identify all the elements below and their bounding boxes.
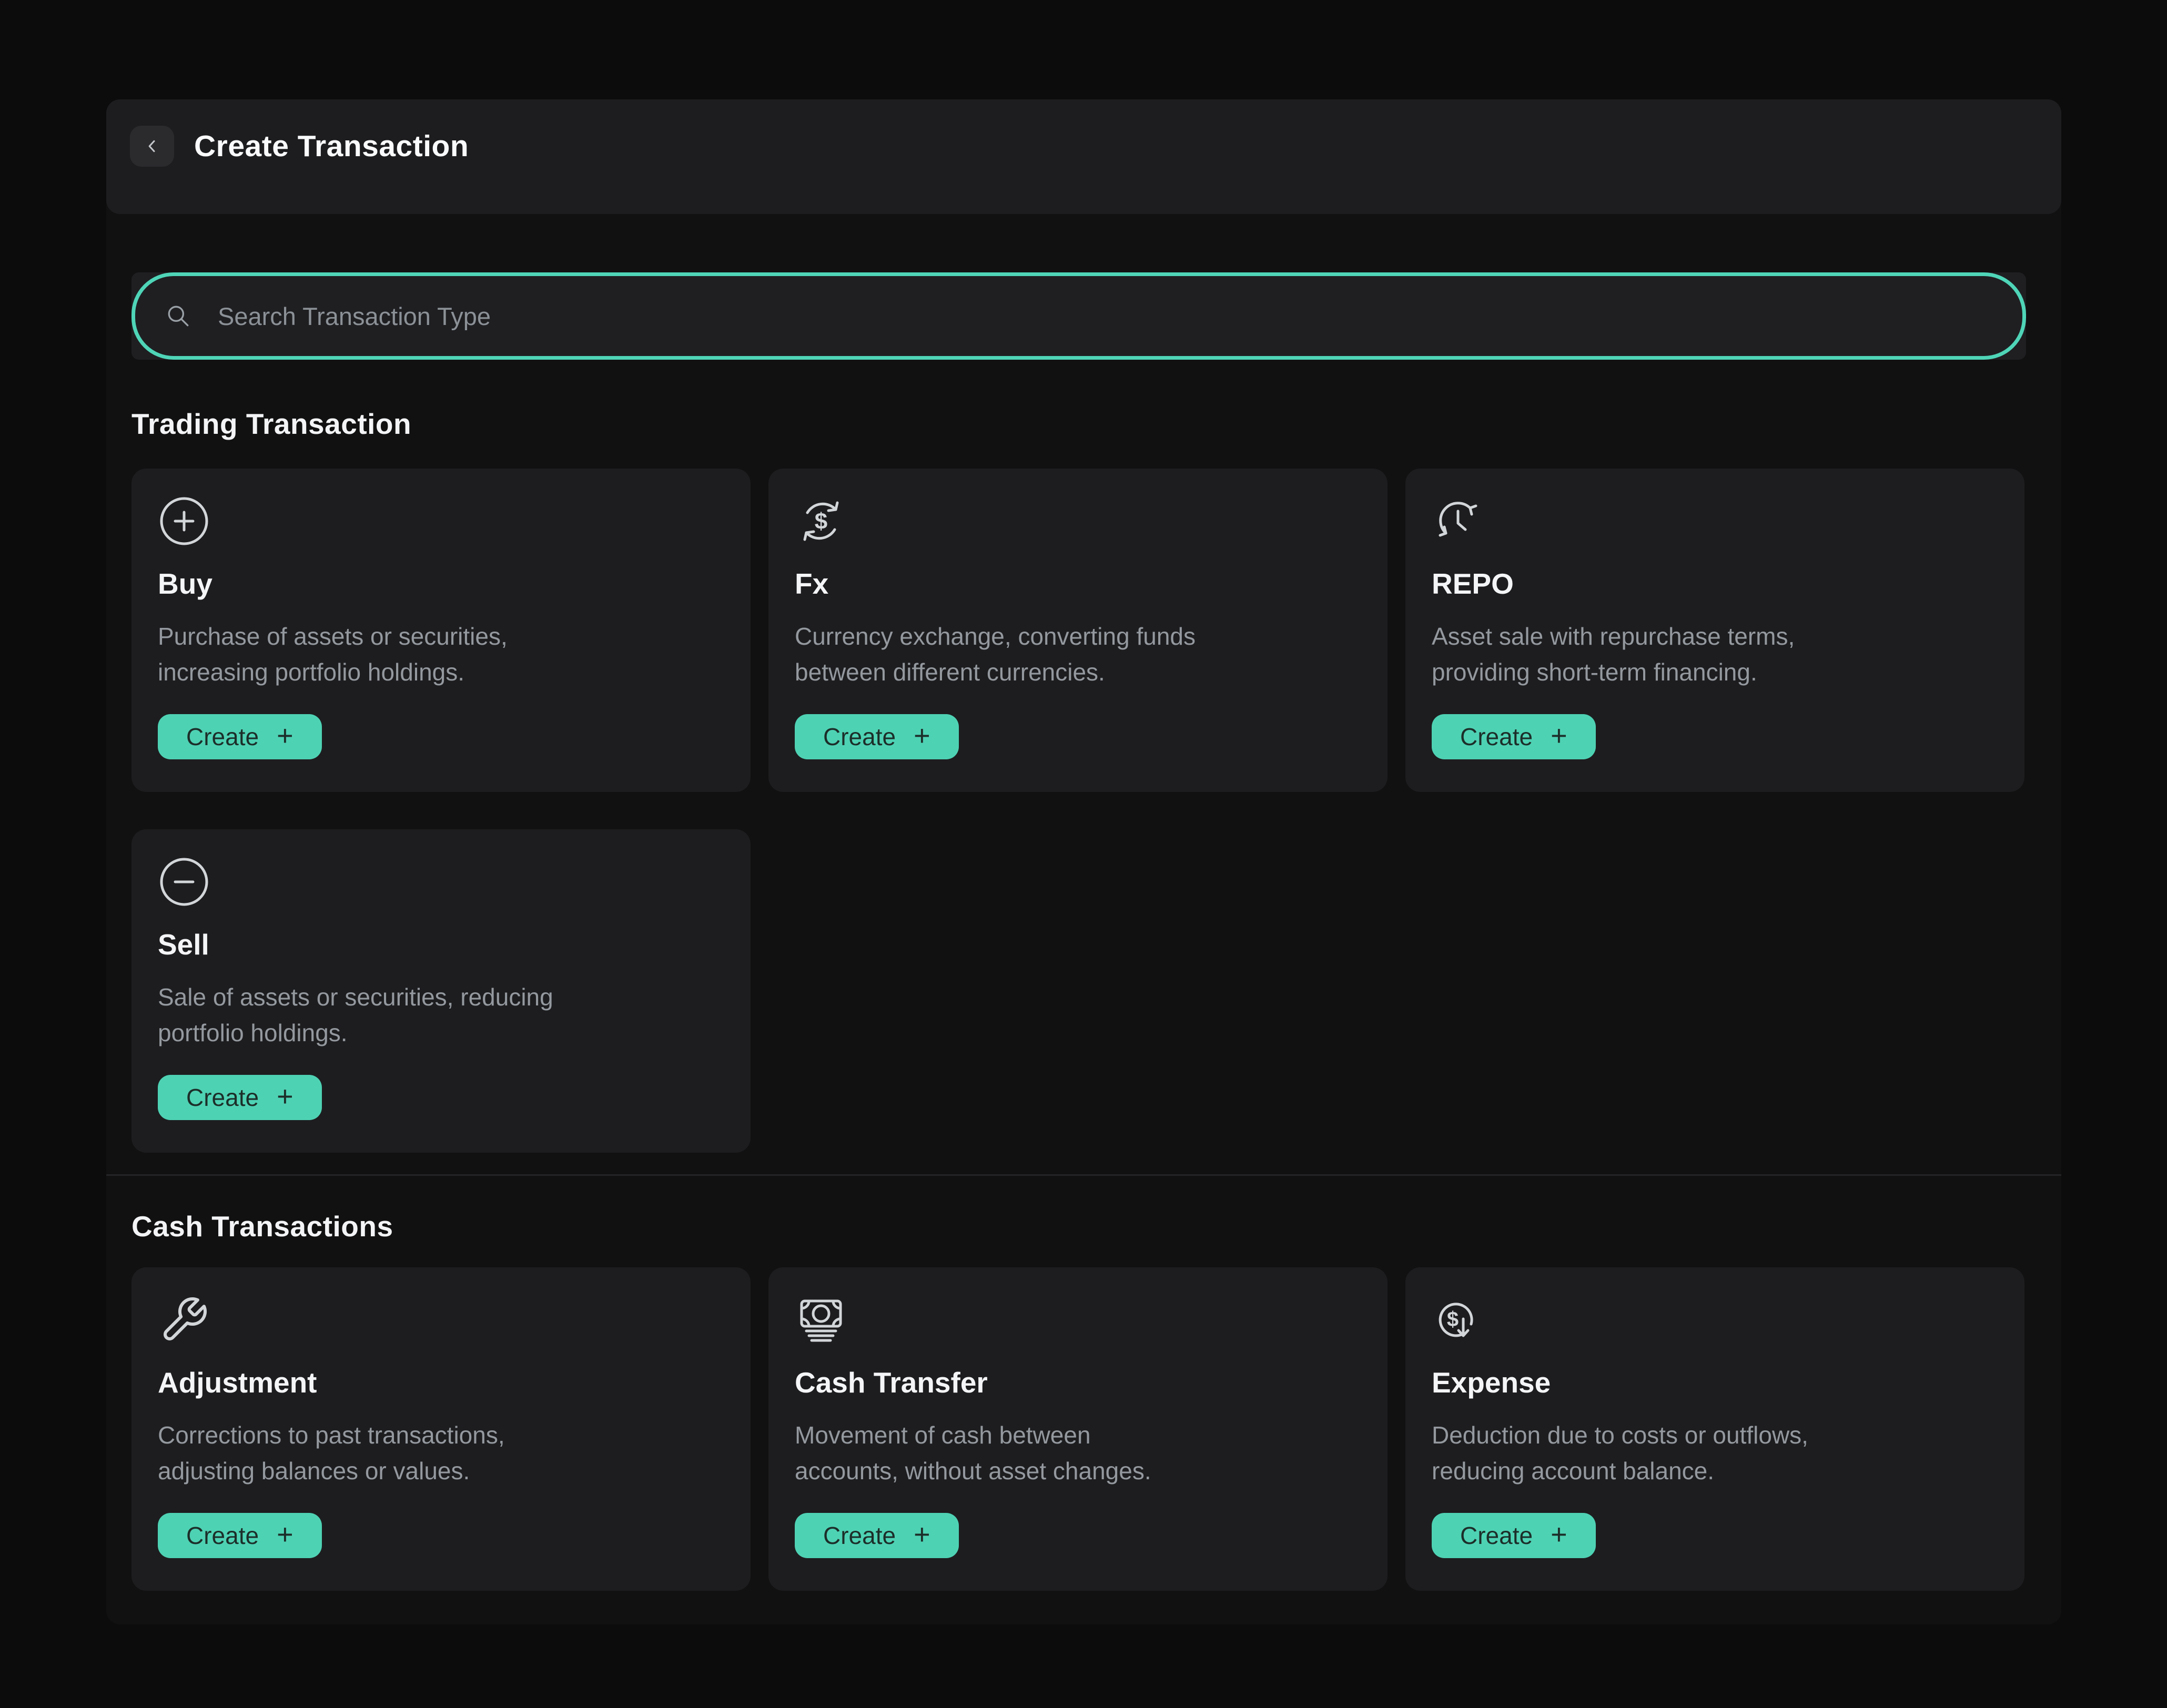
card-title: Buy [158, 567, 721, 601]
chevron-left-icon [141, 135, 163, 157]
card-title: Fx [795, 567, 1358, 601]
page-title: Create Transaction [194, 126, 469, 167]
create-transaction-page: Create Transaction Trading Transaction B… [0, 0, 2167, 1708]
create-button-label: Create [823, 723, 896, 751]
plus-icon: + [914, 721, 930, 750]
card-sell: Sell Sale of assets or securities, reduc… [131, 829, 751, 1153]
card-adjustment: Adjustment Corrections to past transacti… [131, 1267, 751, 1591]
svg-text:$: $ [815, 509, 827, 534]
create-buy-button[interactable]: Create + [158, 714, 322, 759]
svg-text:$: $ [1447, 1308, 1459, 1331]
card-title: REPO [1432, 567, 1995, 601]
card-title: Adjustment [158, 1366, 721, 1399]
card-title: Expense [1432, 1366, 1995, 1399]
card-buy: Buy Purchase of assets or securities, in… [131, 469, 751, 792]
header-bar: Create Transaction [106, 99, 2061, 214]
banknote-icon [796, 1295, 846, 1345]
card-description: Corrections to past transactions, adjust… [158, 1417, 721, 1489]
card-description: Sale of assets or securities, reducing p… [158, 979, 721, 1051]
plus-icon: + [914, 1520, 930, 1549]
dollar-circle-down-icon: $ [1433, 1295, 1483, 1345]
trading-cards-grid: Buy Purchase of assets or securities, in… [131, 469, 2025, 1153]
card-title: Sell [158, 928, 721, 961]
card-description: Deduction due to costs or outflows, redu… [1432, 1417, 1995, 1489]
create-expense-button[interactable]: Create + [1432, 1513, 1596, 1558]
create-button-label: Create [186, 1083, 259, 1112]
card-description: Asset sale with repurchase terms, provid… [1432, 618, 1995, 690]
search-bar [131, 272, 2026, 360]
card-description: Movement of cash between accounts, witho… [795, 1417, 1358, 1489]
currency-exchange-icon: $ [796, 496, 846, 546]
card-cash-transfer: Cash Transfer Movement of cash between a… [768, 1267, 1388, 1591]
section-title-trading: Trading Transaction [131, 407, 411, 441]
create-button-label: Create [1460, 1521, 1533, 1550]
clock-rotate-icon [1433, 496, 1483, 546]
plus-icon: + [1551, 721, 1567, 750]
section-divider [106, 1174, 2061, 1176]
create-button-label: Create [1460, 723, 1533, 751]
plus-icon: + [277, 1082, 293, 1111]
circle-plus-icon [159, 496, 209, 546]
cash-cards-grid: Adjustment Corrections to past transacti… [131, 1267, 2025, 1591]
create-button-label: Create [823, 1521, 896, 1550]
card-description: Currency exchange, converting funds betw… [795, 618, 1358, 690]
create-sell-button[interactable]: Create + [158, 1075, 322, 1120]
create-fx-button[interactable]: Create + [795, 714, 959, 759]
card-repo: REPO Asset sale with repurchase terms, p… [1405, 469, 2024, 792]
create-cash-transfer-button[interactable]: Create + [795, 1513, 959, 1558]
back-button[interactable] [130, 126, 174, 167]
create-button-label: Create [186, 1521, 259, 1550]
create-adjustment-button[interactable]: Create + [158, 1513, 322, 1558]
circle-minus-icon [159, 857, 209, 907]
card-description: Purchase of assets or securities, increa… [158, 618, 721, 690]
plus-icon: + [1551, 1520, 1567, 1549]
card-expense: $ Expense Deduction due to costs or outf… [1405, 1267, 2024, 1591]
wrench-icon [159, 1295, 209, 1345]
plus-icon: + [277, 721, 293, 750]
plus-icon: + [277, 1520, 293, 1549]
search-input[interactable] [217, 301, 2005, 331]
card-fx: $ Fx Currency exchange, converting funds… [768, 469, 1388, 792]
create-button-label: Create [186, 723, 259, 751]
search-inner [131, 272, 2026, 360]
search-icon [165, 303, 191, 329]
section-title-cash: Cash Transactions [131, 1209, 393, 1243]
create-repo-button[interactable]: Create + [1432, 714, 1596, 759]
card-title: Cash Transfer [795, 1366, 1358, 1399]
